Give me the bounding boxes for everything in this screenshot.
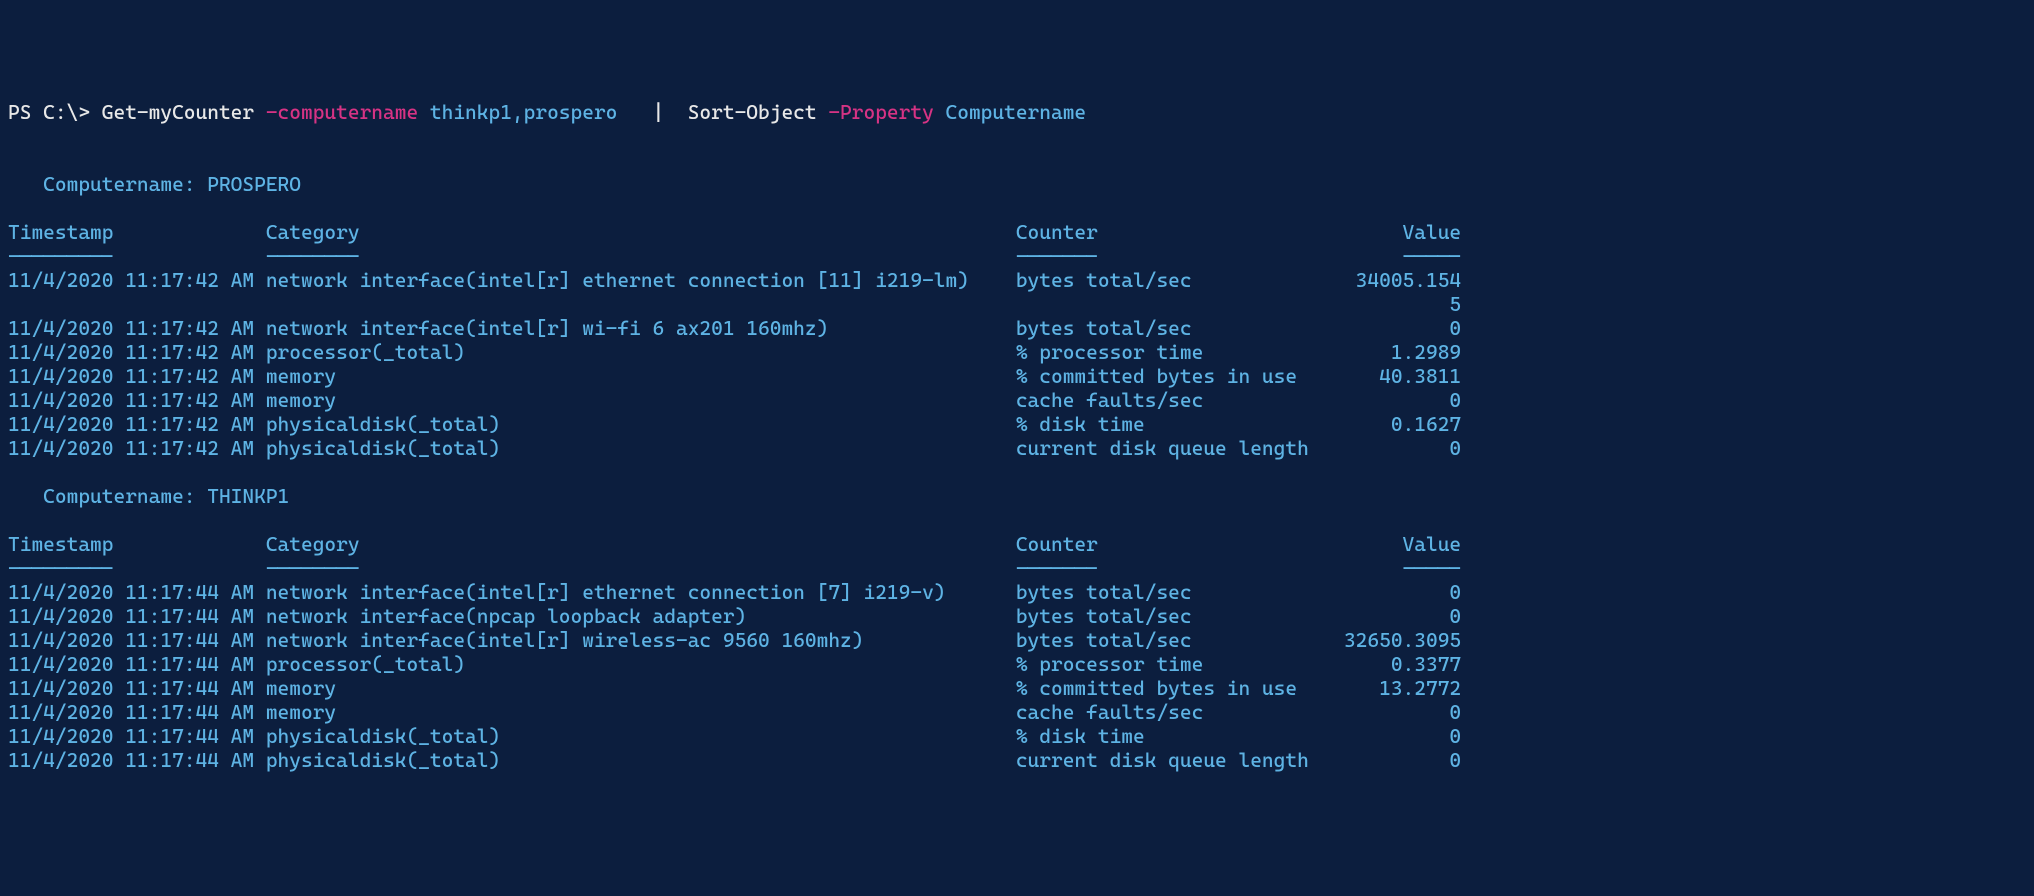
blank-line [8,148,2026,172]
table-row: 11/4/2020 11:17:44 AM physicaldisk(_tota… [8,748,2026,772]
table-row: 11/4/2020 11:17:44 AM network interface(… [8,604,2026,628]
blank-line [8,460,2026,484]
table-row: 11/4/2020 11:17:42 AM physicaldisk(_tota… [8,436,2026,460]
parameter-name: -Property [817,100,934,124]
table-row: 11/4/2020 11:17:44 AM memory cache fault… [8,700,2026,724]
table-row: 11/4/2020 11:17:42 AM network interface(… [8,268,2026,292]
table-row: 11/4/2020 11:17:44 AM network interface(… [8,580,2026,604]
column-headers: Timestamp Category Counter Value [8,532,2026,556]
group-header: Computername: PROSPERO [8,172,2026,196]
parameter-value: Computername [934,100,1086,124]
parameter-value: thinkp1,prospero [418,100,641,124]
column-headers: Timestamp Category Counter Value [8,220,2026,244]
table-row: 11/4/2020 11:17:42 AM processor(_total) … [8,340,2026,364]
table-row: 11/4/2020 11:17:42 AM memory % committed… [8,364,2026,388]
table-row: 11/4/2020 11:17:42 AM memory cache fault… [8,388,2026,412]
prompt-prefix: PS C:\> [8,100,102,124]
group-header: Computername: THINKP1 [8,484,2026,508]
blank-line [8,508,2026,532]
terminal-output[interactable]: PS C:\> Get-myCounter -computername thin… [8,100,2026,772]
column-separator: --------- -------- ------- ----- [8,244,2026,268]
table-row: 11/4/2020 11:17:44 AM memory % committed… [8,676,2026,700]
blank-line [8,196,2026,220]
table-row: 11/4/2020 11:17:42 AM network interface(… [8,316,2026,340]
cmdlet-name: Sort-Object [676,100,817,124]
table-row: 11/4/2020 11:17:44 AM network interface(… [8,628,2026,652]
blank-line [8,124,2026,148]
table-row-overflow: 5 [8,292,2026,316]
cmdlet-name: Get-myCounter [102,100,254,124]
pipe-operator: | [641,100,676,124]
table-row: 11/4/2020 11:17:42 AM physicaldisk(_tota… [8,412,2026,436]
table-row: 11/4/2020 11:17:44 AM processor(_total) … [8,652,2026,676]
command-line: PS C:\> Get-myCounter -computername thin… [8,100,2026,124]
parameter-name: -computername [254,100,418,124]
table-row: 11/4/2020 11:17:44 AM physicaldisk(_tota… [8,724,2026,748]
column-separator: --------- -------- ------- ----- [8,556,2026,580]
